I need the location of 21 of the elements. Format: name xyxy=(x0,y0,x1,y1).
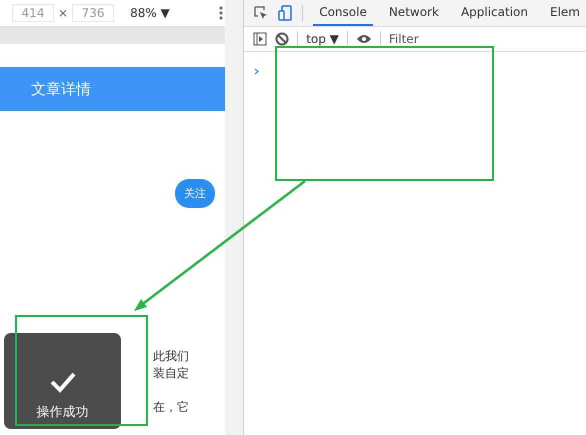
page-title: 文章详情 xyxy=(31,80,91,98)
devtools-tab[interactable]: Elem xyxy=(544,0,586,26)
sidebar-toggle-icon[interactable] xyxy=(253,32,268,46)
device-icon[interactable] xyxy=(278,5,292,21)
devtools-tab[interactable]: Console xyxy=(313,0,373,26)
eye-icon[interactable] xyxy=(356,34,372,44)
devtools-tab[interactable]: Network xyxy=(382,0,445,26)
article-text: 此我们 xyxy=(153,348,189,365)
times-sign: × xyxy=(58,6,68,20)
inspect-icon[interactable] xyxy=(254,6,268,20)
prompt-icon xyxy=(254,68,260,75)
devtools-tab[interactable]: Application xyxy=(454,0,534,26)
toast-message: 操作成功 xyxy=(36,404,88,421)
article-text: 装自定 xyxy=(153,365,189,382)
clear-icon[interactable] xyxy=(275,32,290,46)
filter-field[interactable]: Filter xyxy=(388,32,509,46)
zoom-dropdown[interactable]: 88% ▼ xyxy=(130,6,170,20)
checkmark-icon xyxy=(48,371,76,393)
context-dropdown[interactable]: top ▼ xyxy=(306,32,339,46)
more-icon[interactable] xyxy=(218,6,223,20)
article-text: 在，它 xyxy=(153,399,189,416)
